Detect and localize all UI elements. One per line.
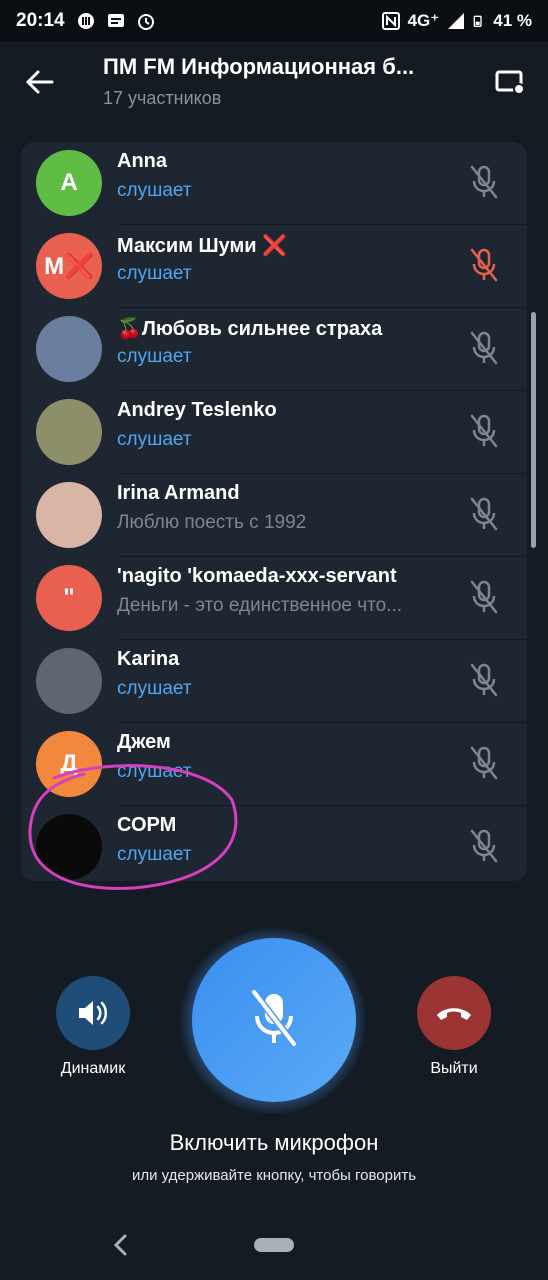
- participant-row[interactable]: Andrey Teslenko слушает: [21, 391, 527, 474]
- participant-status: слушает: [117, 346, 192, 367]
- leave-button[interactable]: [417, 976, 491, 1050]
- participant-name: Irina Armand: [117, 482, 240, 504]
- signal-icon: [448, 13, 465, 29]
- hang-up-icon: [437, 1008, 471, 1020]
- battery-icon: [473, 15, 482, 27]
- call-controls: Динамик Выйти Включить микрофон или удер…: [0, 900, 548, 1210]
- app-notification-icon: [77, 13, 94, 29]
- participant-status: слушает: [117, 678, 192, 699]
- call-header: ПМ FM Информационная б... 17 участников: [0, 42, 548, 122]
- participant-status: слушает: [117, 180, 192, 201]
- muted-mic-icon[interactable]: [469, 746, 499, 780]
- home-pill[interactable]: [254, 1238, 294, 1252]
- muted-mic-icon[interactable]: [469, 331, 499, 365]
- participant-row[interactable]: " 'nagito 'komaeda-xxx-servant Деньги - эт…: [21, 557, 527, 640]
- alarm-icon: [137, 14, 154, 30]
- nfc-icon: [381, 12, 400, 30]
- chat-title: ПМ FM Информационная б...: [103, 54, 415, 79]
- leave-label: Выйти: [430, 1060, 478, 1077]
- avatar[interactable]: [36, 482, 102, 548]
- participant-row[interactable]: Karina слушает: [21, 640, 527, 723]
- avatar[interactable]: A: [36, 150, 102, 216]
- muted-mic-icon[interactable]: [469, 248, 499, 282]
- participant-row[interactable]: M❌ Максим Шуми ❌ слушает: [21, 225, 527, 308]
- muted-mic-icon[interactable]: [469, 829, 499, 863]
- muted-mic-icon[interactable]: [469, 663, 499, 697]
- nav-back-icon[interactable]: [110, 1234, 132, 1256]
- muted-mic-icon[interactable]: [469, 165, 499, 199]
- participant-status: Люблю поесть с 1992: [117, 512, 307, 533]
- muted-mic-icon[interactable]: [469, 580, 499, 614]
- participant-row[interactable]: Irina Armand Люблю поесть с 1992: [21, 474, 527, 557]
- participant-name: Andrey Teslenko: [117, 399, 277, 421]
- muted-mic-icon[interactable]: [469, 414, 499, 448]
- screen-share-icon[interactable]: [494, 66, 526, 98]
- speaker-label: Динамик: [60, 1060, 126, 1077]
- avatar[interactable]: [36, 399, 102, 465]
- speaker-button[interactable]: [56, 976, 130, 1050]
- clock: 20:14: [16, 10, 65, 31]
- avatar[interactable]: M❌: [36, 233, 102, 299]
- participant-name: Джем: [117, 731, 171, 753]
- participant-name: 'nagito 'komaeda-xxx-servant: [117, 565, 397, 587]
- status-bar: 20:14 4G⁺ 41 %: [0, 0, 548, 42]
- participant-name: Максим Шуми ❌: [117, 235, 288, 257]
- participant-name: 🍒Любовь сильнее страха: [117, 318, 383, 340]
- mic-action-label: Включить микрофон: [169, 1130, 379, 1155]
- speaker-icon: [79, 1001, 107, 1025]
- muted-mic-icon: [251, 989, 297, 1047]
- avatar[interactable]: ": [36, 565, 102, 631]
- participant-name: Karina: [117, 648, 180, 670]
- participant-row[interactable]: 🍒Любовь сильнее страха слушает: [21, 308, 527, 391]
- system-nav-bar: [0, 1210, 548, 1280]
- network-type: 4G⁺: [407, 11, 440, 30]
- participant-name: Anna: [117, 150, 167, 172]
- annotation-circle: [28, 764, 238, 890]
- avatar[interactable]: [36, 648, 102, 714]
- scrollbar[interactable]: [531, 312, 536, 548]
- participant-status: слушает: [117, 263, 192, 284]
- participant-count: 17 участников: [103, 88, 222, 108]
- muted-mic-icon[interactable]: [469, 497, 499, 531]
- participant-row[interactable]: A Anna слушает: [21, 142, 527, 225]
- participant-status: слушает: [117, 429, 192, 450]
- battery-level: 41 %: [493, 11, 532, 30]
- mic-hint: или удерживайте кнопку, чтобы говорить: [131, 1167, 417, 1184]
- microphone-button[interactable]: [192, 938, 356, 1102]
- back-arrow-icon[interactable]: [22, 64, 58, 100]
- message-icon: [107, 14, 124, 27]
- avatar[interactable]: [36, 316, 102, 382]
- participant-status: Деньги - это единственное что...: [117, 595, 403, 616]
